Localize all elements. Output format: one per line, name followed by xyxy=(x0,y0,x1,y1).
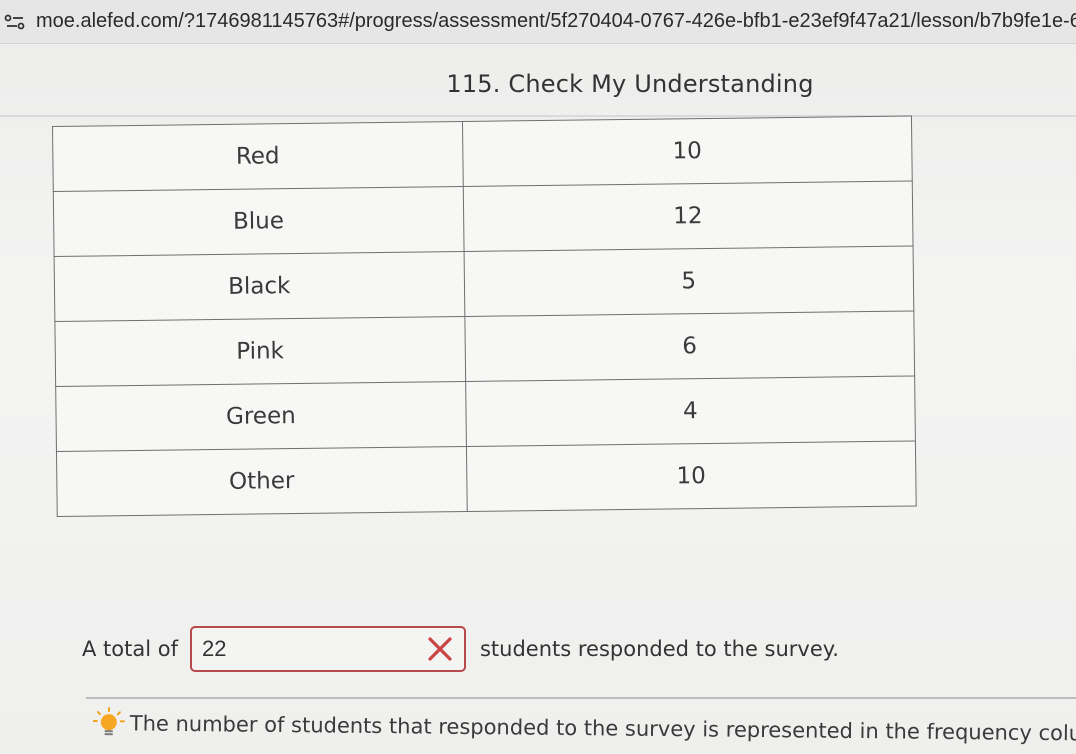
table-row: Green 4 xyxy=(55,375,916,452)
page: moe.alefed.com/?1746981145763#/progress/… xyxy=(0,0,1076,754)
answer-value[interactable]: 22 xyxy=(202,636,226,662)
table-row: Pink 6 xyxy=(54,310,915,387)
color-cell: Blue xyxy=(53,186,464,257)
x-mark-icon xyxy=(426,635,454,663)
frequency-table: Red 10 Blue 12 Black 5 Pink 6 Green 4 Ot… xyxy=(52,115,917,517)
table-row: Red 10 xyxy=(52,115,913,192)
hint-feedback: The number of students that responded to… xyxy=(92,706,1076,751)
color-cell: Pink xyxy=(54,316,466,387)
frequency-cell: 12 xyxy=(462,180,914,252)
lightbulb-icon xyxy=(92,706,126,740)
hint-divider xyxy=(86,697,1076,699)
table-row: Other 10 xyxy=(56,440,917,517)
hint-text: The number of students that responded to… xyxy=(129,711,1076,746)
answer-prefix: A total of xyxy=(82,637,178,661)
frequency-cell: 10 xyxy=(462,115,913,187)
color-cell: Red xyxy=(52,121,463,192)
url-text[interactable]: moe.alefed.com/?1746981145763#/progress/… xyxy=(36,10,1076,33)
frequency-cell: 5 xyxy=(463,245,914,317)
color-cell: Black xyxy=(54,251,465,322)
frequency-cell: 4 xyxy=(465,375,916,447)
frequency-cell: 6 xyxy=(464,310,915,382)
question-title: 115. Check My Understanding xyxy=(446,70,814,98)
answer-input[interactable]: 22 xyxy=(189,626,466,672)
answer-sentence: A total of 22 students responded to the … xyxy=(82,626,839,672)
color-cell: Other xyxy=(56,446,467,517)
table-row: Black 5 xyxy=(54,245,914,322)
frequency-cell: 10 xyxy=(466,440,917,512)
site-settings-icon[interactable] xyxy=(4,12,26,32)
color-cell: Green xyxy=(55,381,467,452)
table-row: Blue 12 xyxy=(53,180,914,257)
address-bar[interactable]: moe.alefed.com/?1746981145763#/progress/… xyxy=(0,0,1076,44)
frequency-table-container: Red 10 Blue 12 Black 5 Pink 6 Green 4 Ot… xyxy=(52,115,937,546)
answer-suffix: students responded to the survey. xyxy=(479,637,839,661)
